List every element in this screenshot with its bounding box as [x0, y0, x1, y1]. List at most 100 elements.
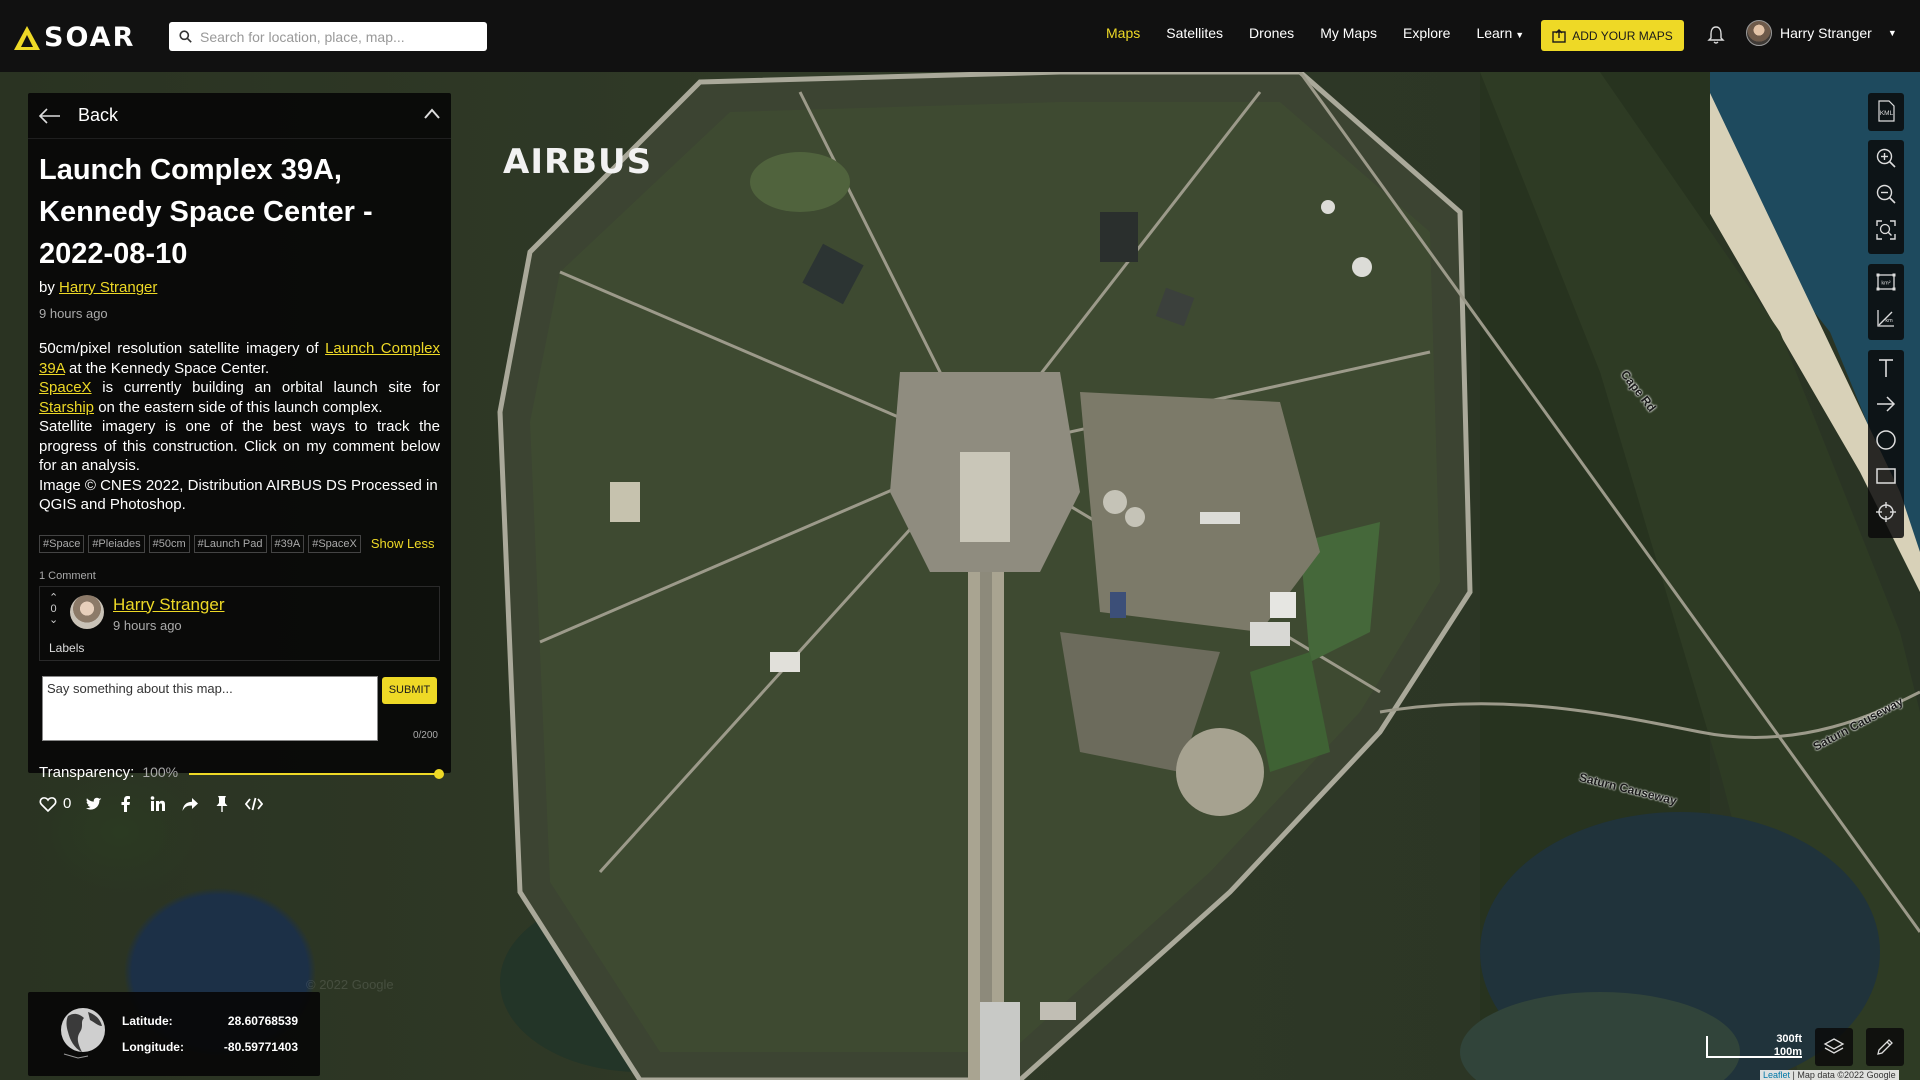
comment-author-avatar [70, 594, 104, 629]
search-bar[interactable] [169, 22, 487, 51]
chevron-down-icon: ▼ [1887, 28, 1897, 38]
tag-pleiades[interactable]: #Pleiades [88, 534, 145, 553]
tag-39a[interactable]: #39A [270, 534, 305, 553]
transparency-slider-track[interactable] [189, 772, 439, 775]
nav-explore[interactable]: Explore [1403, 25, 1450, 41]
latitude-value: 28.60768539 [227, 1014, 298, 1028]
nav-learn-label: Learn [1476, 25, 1513, 41]
nav-satellites[interactable]: Satellites [1166, 25, 1223, 41]
show-less-link[interactable]: Show Less [371, 536, 435, 551]
coordinates-box: Latitude: 28.60768539 Longitude: -80.597… [28, 992, 320, 1076]
text-tool-button[interactable] [1868, 350, 1904, 386]
nav-maps[interactable]: Maps [1106, 25, 1140, 41]
description-paragraph-3: Satellite imagery is one of the best way… [39, 418, 440, 474]
like-button[interactable]: 0 [39, 795, 71, 813]
globe-icon [61, 1008, 105, 1059]
airbus-watermark: AIRBUS [503, 142, 653, 182]
panel-body: Launch Complex 39A, Kennedy Space Center… [28, 139, 451, 813]
distance-measure-button[interactable]: km [1868, 300, 1904, 336]
zoom-extent-icon [1876, 220, 1896, 240]
map-data-attribution: | Map data ©2022 Google [1792, 1070, 1896, 1080]
nav-my-maps[interactable]: My Maps [1320, 25, 1377, 41]
crosshair-icon [1876, 502, 1896, 522]
tag-spacex[interactable]: #SpaceX [308, 534, 361, 553]
search-icon [179, 30, 192, 43]
user-name: Harry Stranger [1780, 25, 1872, 41]
comment-vote: ⌃ 0 ⌄ [49, 592, 58, 626]
circle-tool-button[interactable] [1868, 422, 1904, 458]
point-tool-button[interactable] [1868, 494, 1904, 530]
comment-card[interactable]: ⌃ 0 ⌄ Harry Stranger 9 hours ago Labels [39, 585, 440, 661]
facebook-icon[interactable] [117, 795, 135, 813]
top-navigation-bar: SOAR Maps Satellites Drones My Maps Expl… [0, 0, 1920, 72]
arrow-tool-button[interactable] [1868, 386, 1904, 422]
soar-logo-text: SOAR [44, 22, 136, 53]
area-measure-button[interactable]: km² [1868, 264, 1904, 300]
back-button[interactable]: Back [78, 105, 118, 126]
layers-button[interactable] [1815, 1028, 1853, 1066]
char-counter: 0/200 [412, 729, 438, 741]
tag-space[interactable]: #Space [39, 534, 85, 553]
map-description: 50cm/pixel resolution satellite imagery … [39, 339, 440, 515]
nav-learn[interactable]: Learn ▼ [1476, 25, 1524, 41]
description-paragraph-2: SpaceX is currently building an orbital … [39, 378, 440, 417]
add-your-maps-button[interactable]: ADD YOUR MAPS [1541, 20, 1684, 51]
comment-count: 1 Comment [39, 569, 96, 582]
zoom-out-button[interactable] [1868, 176, 1904, 212]
main-nav: Maps Satellites Drones My Maps Explore L… [1106, 25, 1524, 41]
comment-author-link[interactable]: Harry Stranger [113, 595, 224, 615]
kml-button[interactable]: KML [1868, 93, 1904, 129]
upload-icon [1552, 28, 1566, 43]
layers-icon [1823, 1038, 1845, 1054]
latitude-row: Latitude: 28.60768539 [122, 1014, 298, 1028]
draw-tool-button[interactable] [1866, 1028, 1904, 1066]
nav-drones[interactable]: Drones [1249, 25, 1294, 41]
area-measure-icon: km² [1876, 273, 1896, 291]
rectangle-tool-icon [1876, 468, 1896, 484]
starship-link[interactable]: Starship [39, 399, 94, 416]
transparency-slider-handle[interactable] [434, 768, 444, 779]
comment-labels[interactable]: Labels [49, 641, 84, 655]
submit-comment-button[interactable]: SUBMIT [382, 676, 437, 704]
transparency-label: Transparency: [39, 763, 135, 781]
back-arrow-icon[interactable] [38, 107, 62, 125]
downvote-icon[interactable]: ⌄ [49, 614, 58, 626]
zoom-to-extent-button[interactable] [1868, 212, 1904, 248]
leaflet-link[interactable]: Leaflet [1763, 1070, 1790, 1080]
svg-text:km: km [1885, 318, 1893, 324]
latitude-label: Latitude: [122, 1014, 173, 1028]
twitter-icon[interactable] [85, 795, 103, 813]
zoom-toolbar [1868, 140, 1904, 254]
user-avatar [1746, 20, 1772, 46]
tag-50cm[interactable]: #50cm [148, 534, 190, 553]
kml-label: KML [1880, 110, 1894, 117]
comment-textarea[interactable] [42, 675, 378, 741]
zoom-in-icon [1876, 148, 1896, 168]
scale-metric: 100m [1773, 1046, 1802, 1058]
description-paragraph-1: 50cm/pixel resolution satellite imagery … [39, 339, 440, 378]
soar-logo-icon [14, 25, 40, 50]
distance-measure-icon: km [1877, 310, 1894, 327]
kml-icon: KML [1878, 100, 1895, 122]
zoom-in-button[interactable] [1868, 140, 1904, 176]
user-menu[interactable]: Harry Stranger ▼ [1746, 20, 1897, 46]
share-icon[interactable] [181, 795, 199, 813]
heart-icon [39, 796, 57, 812]
author-link[interactable]: Harry Stranger [59, 279, 157, 296]
app-root: AIRBUS © 2022 Google Cape Rd Saturn Caus… [0, 0, 1920, 1080]
embed-code-icon[interactable] [245, 795, 264, 813]
chevron-up-icon[interactable] [423, 107, 441, 121]
pin-icon[interactable] [213, 795, 231, 813]
text-tool-icon [1879, 359, 1893, 377]
linkedin-icon[interactable] [149, 795, 167, 813]
spacex-link[interactable]: SpaceX [39, 379, 92, 396]
description-text: 50cm/pixel resolution satellite imagery … [39, 340, 319, 357]
search-input[interactable] [200, 28, 480, 45]
notification-bell-icon[interactable] [1707, 25, 1725, 45]
svg-text:km²: km² [1881, 281, 1890, 287]
soar-logo[interactable]: SOAR [14, 22, 135, 53]
rectangle-tool-button[interactable] [1868, 458, 1904, 494]
arrow-tool-icon [1877, 396, 1896, 412]
upvote-icon[interactable]: ⌃ [49, 592, 58, 604]
tag-launch-pad[interactable]: #Launch Pad [193, 534, 267, 553]
